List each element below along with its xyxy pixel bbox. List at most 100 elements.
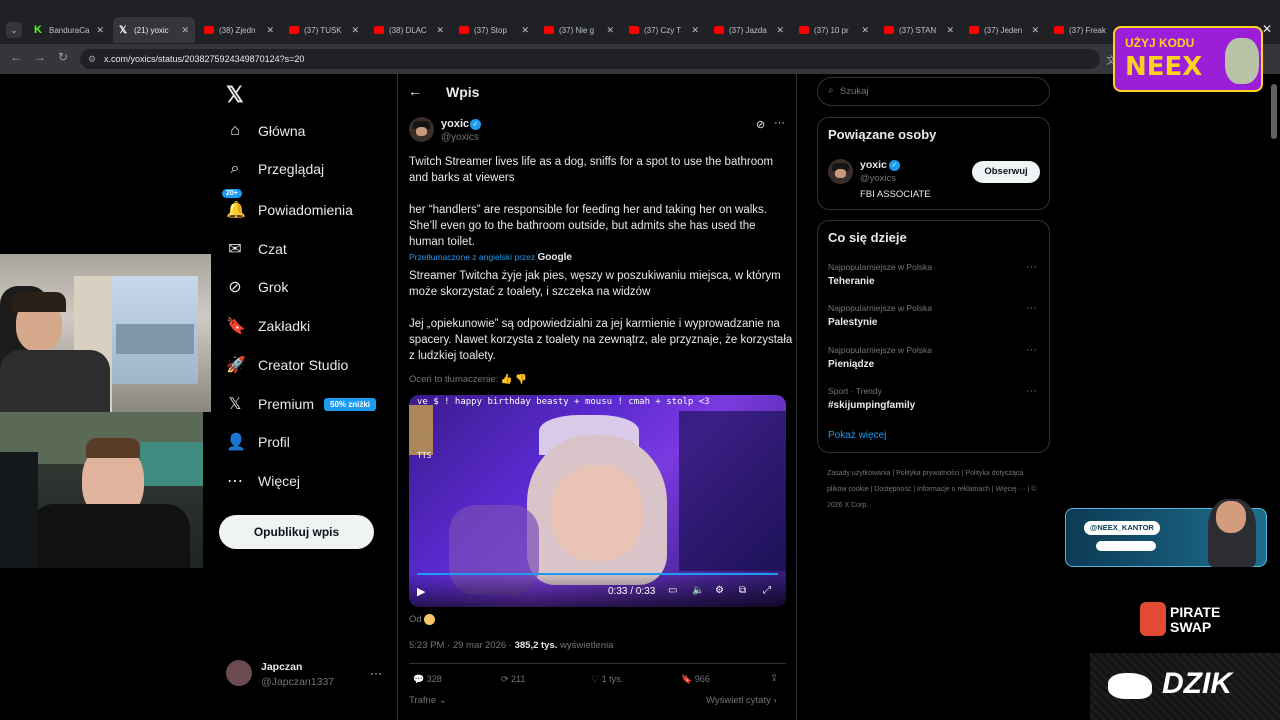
trend-more-icon[interactable]: ··· <box>1026 302 1037 314</box>
search-input[interactable]: ⌕ Szukaj <box>817 77 1050 106</box>
browser-tab[interactable]: (37) Jazda ✕ <box>708 17 790 43</box>
trend-more-icon[interactable]: ··· <box>1026 385 1037 397</box>
account-more-icon[interactable]: ··· <box>370 666 382 680</box>
back-icon[interactable]: ← <box>10 50 22 64</box>
page-scrollbar[interactable] <box>1271 84 1277 139</box>
translated-by-label[interactable]: Przetłumaczone z angielski przez Google <box>409 252 572 263</box>
back-arrow-icon[interactable]: ← <box>408 83 422 99</box>
chat-icon: ✉ <box>228 241 242 258</box>
tab-close-icon[interactable]: ✕ <box>96 25 104 36</box>
nav-item-more[interactable]: ⋯ Więcej <box>226 471 300 491</box>
nav-item-chat[interactable]: ✉ Czat <box>226 239 287 259</box>
nav-item-home[interactable]: ⌂ Główna <box>226 122 305 140</box>
show-more-link[interactable]: Pokaż więcej <box>828 430 886 441</box>
pip-icon[interactable]: ⧉ <box>739 585 746 596</box>
settings-icon[interactable]: ⚙ <box>715 585 724 596</box>
tab-close-icon[interactable]: ✕ <box>946 25 954 36</box>
trend-item[interactable]: Najpopularniejsze w Polska Pieniądze <box>828 345 932 370</box>
footer-link[interactable]: Dostępność <box>874 486 911 493</box>
nav-item-premium[interactable]: 𝕏 Premium 50% zniżki <box>226 394 377 414</box>
browser-tab[interactable]: (37) TUSK ✕ <box>283 17 365 43</box>
like-button[interactable]: ♡ 1 tys. <box>591 674 623 685</box>
browser-tab[interactable]: 𝕏 (21) yoxic ✕ <box>113 17 195 43</box>
view-quotes-link[interactable]: Wyświetl cytaty › <box>706 695 777 706</box>
tab-close-icon[interactable]: ✕ <box>606 25 614 36</box>
youtube-icon <box>969 26 979 34</box>
captions-icon[interactable]: ▭ <box>668 585 677 596</box>
tab-close-icon[interactable]: ✕ <box>776 25 784 36</box>
reply-button[interactable]: 💬 328 <box>413 674 442 685</box>
notification-count-badge: 20+ <box>222 189 242 198</box>
post-more-icon[interactable]: ··· <box>774 117 785 129</box>
footer-link[interactable]: Polityka prywatności <box>896 470 959 477</box>
forward-icon[interactable]: → <box>34 50 46 64</box>
share-icon[interactable]: ⇪ <box>770 673 778 684</box>
x-icon: 𝕏 <box>119 24 128 36</box>
browser-tab[interactable]: (37) STAN ✕ <box>878 17 960 43</box>
browser-tab[interactable]: (37) Stop ✕ <box>453 17 535 43</box>
tab-close-icon[interactable]: ✕ <box>436 25 444 36</box>
tab-list-button[interactable]: ⌄ <box>6 22 22 38</box>
nav-item-explore[interactable]: ⌕ Przeglądaj <box>226 160 325 178</box>
promo-code-banner: UŻYJ KODU NEEX <box>1113 26 1263 92</box>
trend-name: Teheranie <box>828 276 875 287</box>
related-avatar[interactable] <box>828 159 853 184</box>
trend-item[interactable]: Najpopularniejsze w Polska Teheranie <box>828 262 932 287</box>
tab-close-icon[interactable]: ✕ <box>861 25 869 36</box>
play-icon[interactable]: ▶ <box>417 585 425 598</box>
author-name[interactable]: yoxic <box>441 118 469 130</box>
fullscreen-icon[interactable]: ⤢ <box>763 585 771 596</box>
grok-icon[interactable]: ⊘ <box>756 118 765 131</box>
browser-tab[interactable]: (37) 10 pr ✕ <box>793 17 875 43</box>
video-player[interactable]: ve $ ! happy birthday beasty + mousu ! c… <box>409 395 786 607</box>
account-avatar[interactable] <box>226 660 252 686</box>
trend-more-icon[interactable]: ··· <box>1026 261 1037 273</box>
volume-icon[interactable]: 🔈 <box>692 585 704 596</box>
close-window-icon[interactable]: ✕ <box>1262 22 1272 36</box>
sort-replies-dropdown[interactable]: Trafne ⌄ <box>409 695 447 706</box>
trend-item[interactable]: Najpopularniejsze w Polska Palestynie <box>828 303 932 328</box>
trend-context: Najpopularniejsze w Polska <box>828 303 932 313</box>
trend-more-icon[interactable]: ··· <box>1026 344 1037 356</box>
tab-close-icon[interactable]: ✕ <box>1031 25 1039 36</box>
youtube-icon <box>799 26 809 34</box>
tab-close-icon[interactable]: ✕ <box>266 25 274 36</box>
browser-tab[interactable]: (38) Zjedn ✕ <box>198 17 280 43</box>
nav-item-notifications[interactable]: 🔔 Powiadomienia 20+ <box>222 189 353 220</box>
url-field[interactable]: ⚙ x.com/yoxics/status/203827592434987012… <box>80 49 1100 69</box>
dzik-text: DZIK <box>1162 667 1232 700</box>
nav-item-profile[interactable]: 👤 Profil <box>226 432 290 452</box>
youtube-icon <box>459 26 469 34</box>
browser-tab[interactable]: K BanduraCa ✕ <box>28 17 110 43</box>
repost-button[interactable]: ⟳ 211 <box>501 674 525 685</box>
related-name[interactable]: yoxic <box>860 159 887 171</box>
author-avatar[interactable] <box>409 117 434 142</box>
tab-close-icon[interactable]: ✕ <box>521 25 529 36</box>
browser-tab[interactable]: (37) Czy T ✕ <box>623 17 705 43</box>
thumb-down-icon[interactable]: 👎 <box>515 374 527 385</box>
follow-button[interactable]: Obserwuj <box>972 161 1040 183</box>
site-info-icon[interactable]: ⚙ <box>88 49 96 69</box>
trend-item[interactable]: Sport · Trendy #skijumpingfamily <box>828 386 915 411</box>
footer-link[interactable]: Więcej ··· <box>996 486 1026 493</box>
related-people-card: Powiązane osoby yoxic ✓ @yoxics FBI ASSO… <box>817 117 1050 210</box>
browser-tab[interactable]: (37) Jeden ✕ <box>963 17 1045 43</box>
bookmark-button[interactable]: 🔖 966 <box>681 674 710 685</box>
publish-button[interactable]: Opublikuj wpis <box>219 515 374 549</box>
source-avatar[interactable] <box>424 614 436 625</box>
tab-close-icon[interactable]: ✕ <box>351 25 359 36</box>
browser-tab[interactable]: (37) Nie g ✕ <box>538 17 620 43</box>
x-logo-icon[interactable]: 𝕏 <box>226 82 244 108</box>
nav-item-grok[interactable]: ⊘ Grok <box>226 277 288 297</box>
nav-item-bookmarks[interactable]: 🔖 Zakładki <box>226 316 310 336</box>
video-overlay-text: ve $ ! happy birthday beasty + mousu ! c… <box>417 397 710 407</box>
footer-link[interactable]: Informacje o reklamach <box>917 486 990 493</box>
tab-close-icon[interactable]: ✕ <box>181 25 189 36</box>
tab-close-icon[interactable]: ✕ <box>691 25 699 36</box>
reload-icon[interactable]: ↻ <box>58 50 68 64</box>
nav-item-creator-studio[interactable]: 🚀 Creator Studio <box>226 355 348 375</box>
footer-link[interactable]: Zasady użytkowania <box>827 470 890 477</box>
thumb-up-icon[interactable]: 👍 <box>501 374 513 385</box>
browser-tab[interactable]: (38) DLAC ✕ <box>368 17 450 43</box>
tab-label: (37) STAN <box>899 25 937 35</box>
